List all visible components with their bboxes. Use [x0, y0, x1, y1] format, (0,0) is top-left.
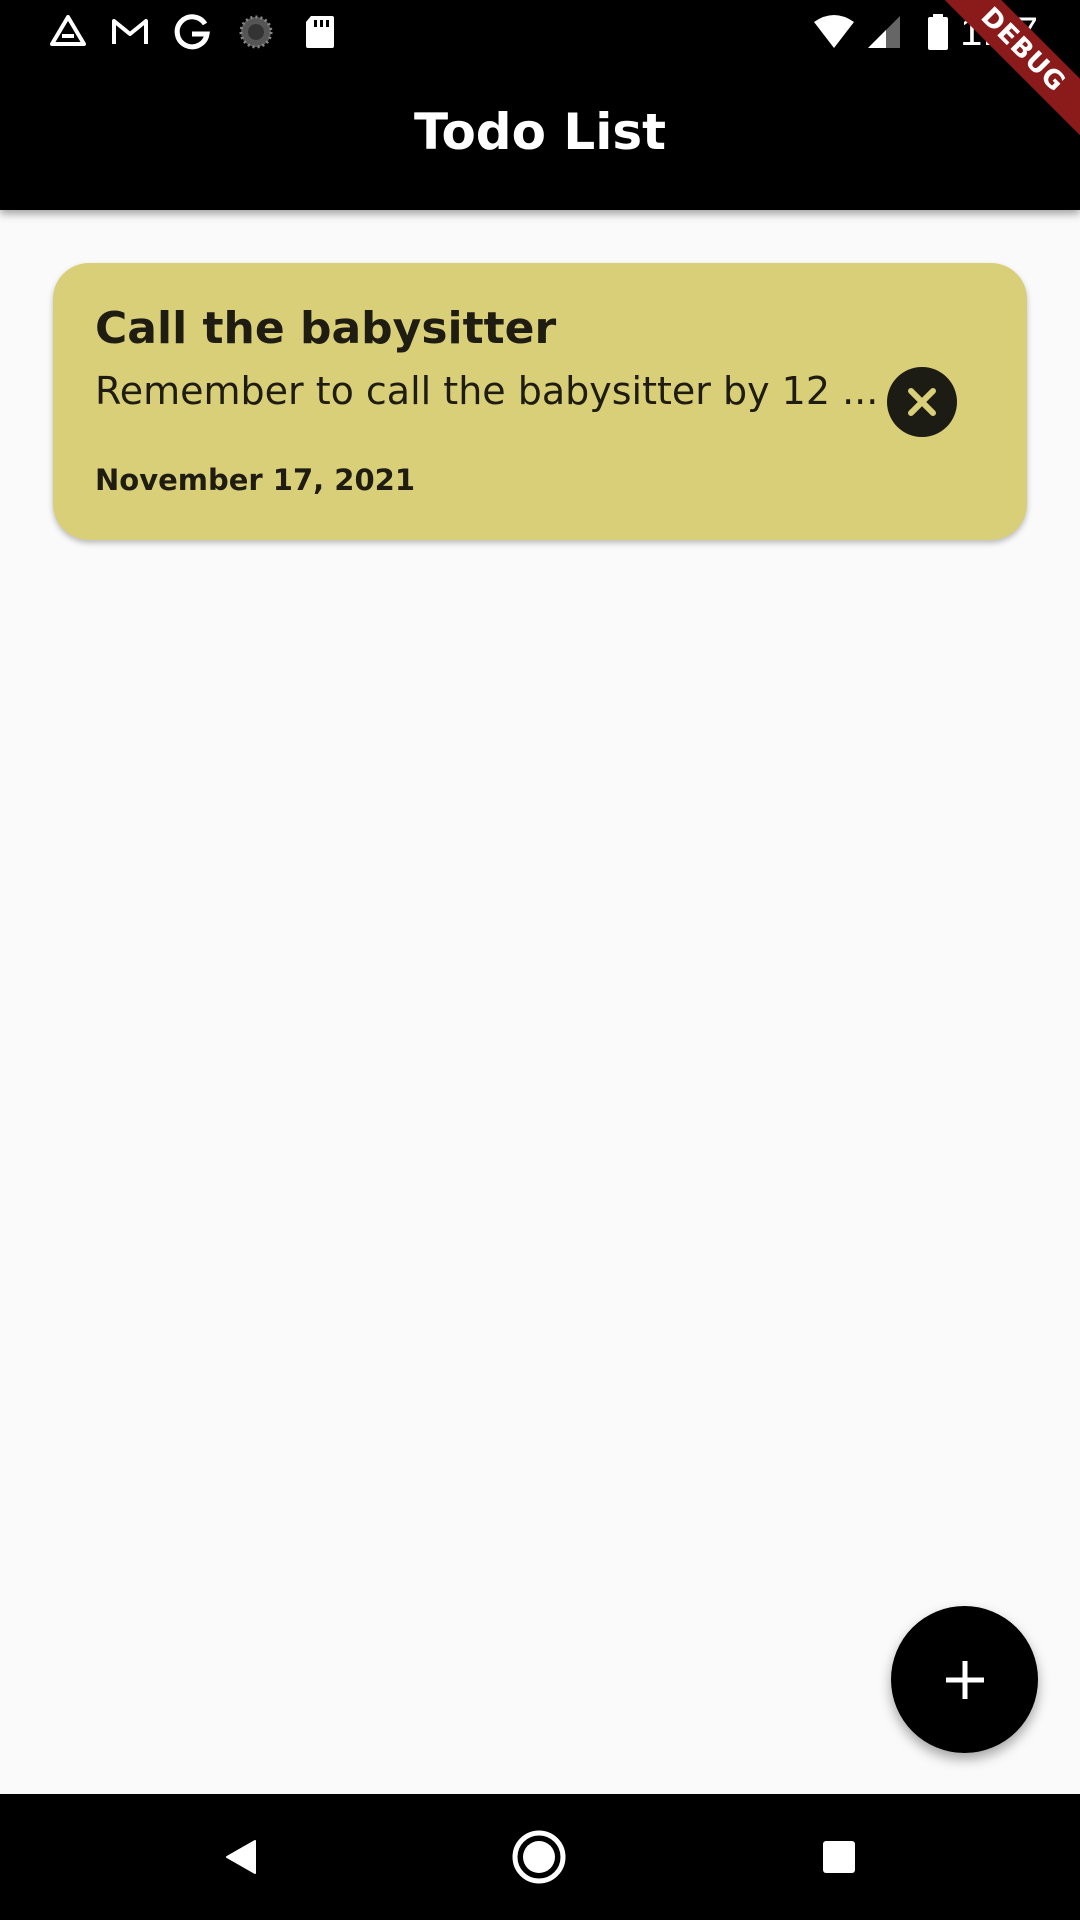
sync-icon [239, 15, 273, 49]
status-bar: 1:27 [0, 0, 1080, 64]
nav-recents-button[interactable] [806, 1824, 872, 1890]
signal-icon [868, 16, 900, 48]
todo-card[interactable]: Call the babysitter Remember to call the… [53, 263, 1027, 540]
home-icon [512, 1830, 566, 1884]
back-icon [226, 1840, 256, 1874]
wifi-icon [814, 15, 854, 48]
app-header: 1:27 Todo List [0, 0, 1080, 210]
todo-description: Remember to call the babysitter by 12 ..… [95, 369, 879, 413]
add-todo-button[interactable] [891, 1606, 1038, 1753]
plus-icon [945, 1660, 984, 1699]
nav-home-button[interactable] [506, 1824, 572, 1890]
sd-card-icon [306, 16, 334, 48]
close-icon [908, 388, 936, 416]
nav-back-button[interactable] [208, 1824, 274, 1890]
system-nav-bar [0, 1794, 1080, 1920]
todo-title: Call the babysitter [95, 303, 557, 354]
delete-todo-button[interactable] [887, 367, 957, 437]
todo-date: November 17, 2021 [95, 463, 415, 497]
page-title: Todo List [413, 103, 667, 161]
gmail-icon [112, 19, 148, 44]
battery-icon [928, 14, 948, 50]
google-icon [174, 14, 210, 50]
status-time: 1:27 [960, 10, 1038, 54]
drive-icon [50, 15, 86, 46]
recents-icon [823, 1841, 855, 1873]
